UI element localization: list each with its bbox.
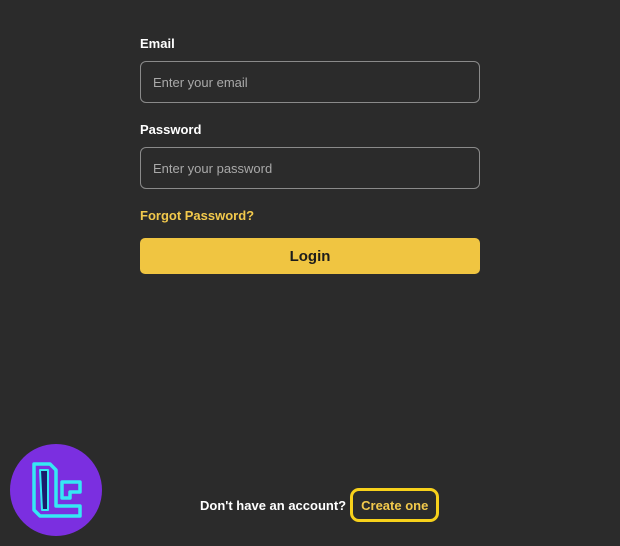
email-input[interactable] (140, 61, 480, 103)
signup-prompt: Don't have an account? Create one (200, 488, 440, 522)
login-page: Email Password Forgot Password? Login Do… (0, 0, 620, 546)
password-input[interactable] (140, 147, 480, 189)
create-account-link[interactable]: Create one (350, 488, 440, 522)
login-form: Email Password Forgot Password? Login (140, 36, 480, 274)
brand-logo-icon (32, 462, 82, 518)
signup-prompt-text: Don't have an account? (200, 497, 347, 513)
email-label: Email (140, 36, 175, 51)
login-button[interactable]: Login (140, 238, 480, 274)
password-label: Password (140, 122, 202, 137)
forgot-password-link[interactable]: Forgot Password? (140, 208, 480, 224)
brand-logo (10, 444, 102, 536)
